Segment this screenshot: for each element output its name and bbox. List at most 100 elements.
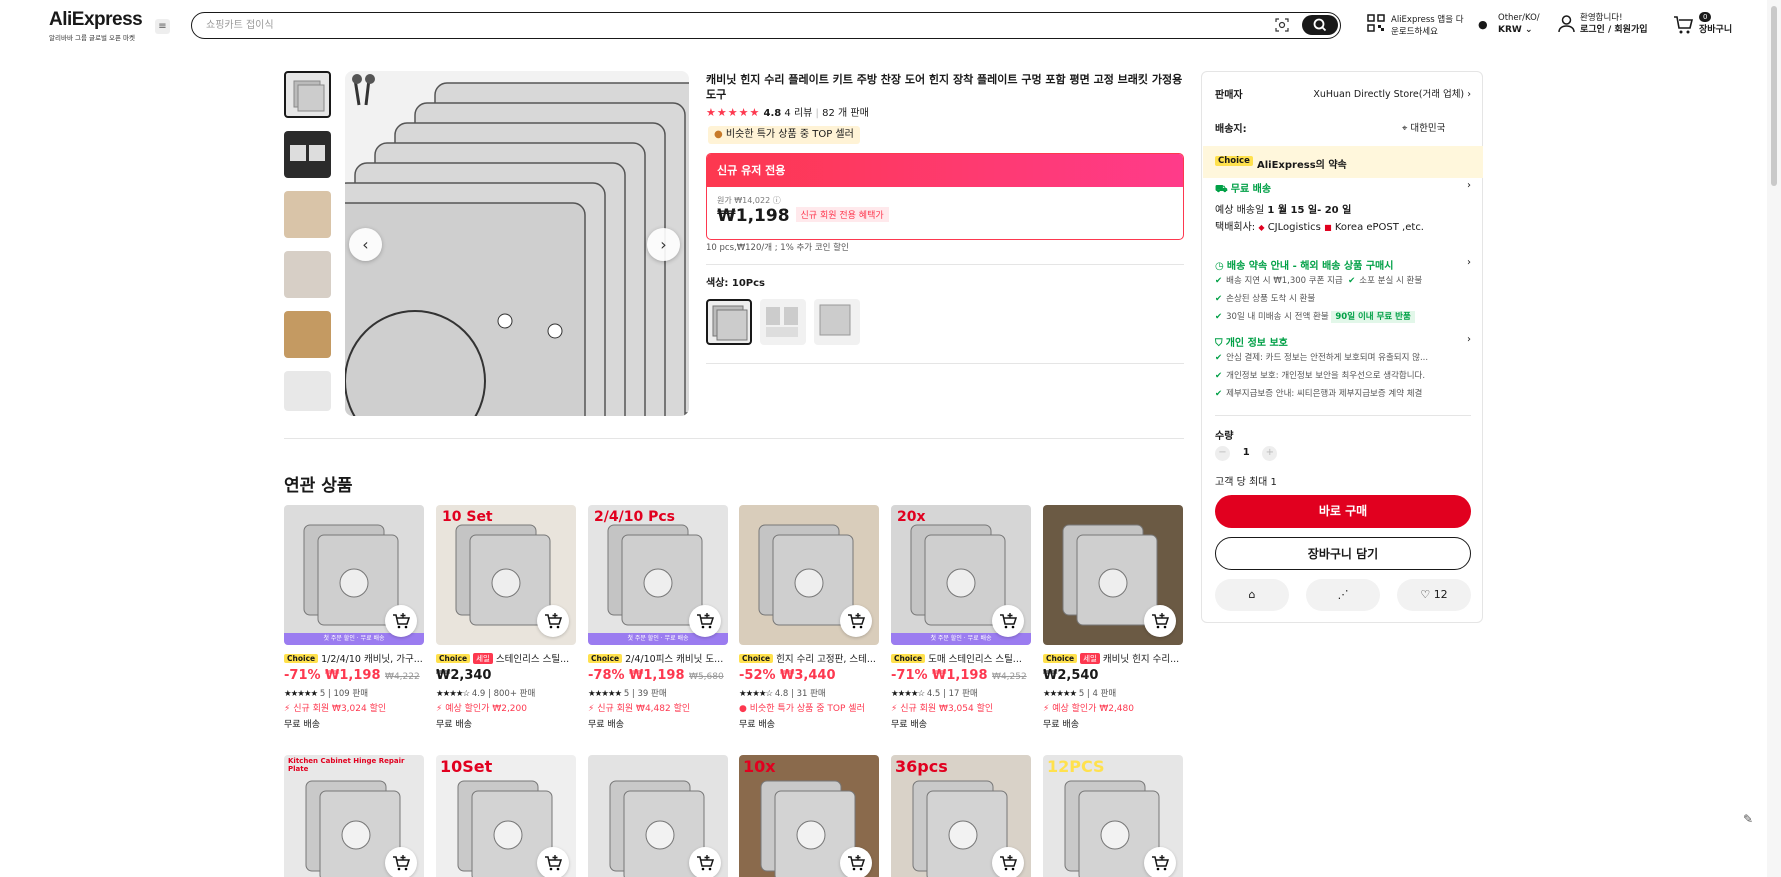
edit-icon[interactable]: ✎ [1743,812,1753,826]
product-card[interactable]: 20x 첫 주문 할인 · 무료 배송 Choice 도매 스테인리스 스틸... -7… [891,505,1031,730]
product-card-image[interactable] [1043,505,1183,645]
add-to-cart-button[interactable]: 장바구니 담기 [1215,537,1471,570]
add-to-cart-icon-button[interactable] [840,847,872,877]
product-card[interactable]: 10Set [436,755,576,877]
add-to-cart-icon-button[interactable] [385,605,417,637]
thumbnail-5[interactable] [284,311,331,358]
cart-plus-icon [393,855,411,871]
product-card-title[interactable]: Choice 세일 캐비닛 힌지 수리... [1043,651,1183,665]
product-card-price: ₩2,340 [436,668,576,683]
logo-text: AliExpress [49,9,143,30]
quantity-value[interactable]: 1 [1233,447,1259,458]
add-to-cart-icon-button[interactable] [689,847,721,877]
add-to-cart-icon-button[interactable] [992,605,1024,637]
image-overlay-text: Kitchen Cabinet Hinge Repair Plate [288,757,405,773]
aliexpress-logo[interactable]: AliExpress 알리바바 그룹 글로벌 오픈 마켓 [49,9,143,42]
decrease-button[interactable]: − [1215,446,1230,461]
qr-code-icon [1367,14,1385,32]
product-card-title[interactable]: Choice 1/2/4/10 캐비닛, 가구... [284,651,424,665]
product-card-title[interactable]: Choice 2/4/10피스 캐비닛 도... [588,651,728,665]
thumbnail-4[interactable] [284,251,331,298]
check-icon: ✔ [1215,276,1223,286]
greeting-text: 환영합니다! [1580,13,1623,23]
product-card-image[interactable]: 10 Set [436,505,576,645]
product-card-price: -71% ₩1,198 ₩4,222 [284,668,424,683]
color-swatch-3[interactable] [814,299,860,345]
product-card-title[interactable]: Choice 세일 스테인리스 스틸... [436,651,576,665]
sale-price: ₩2,340 [436,668,492,683]
page-scrollbar[interactable] [1767,0,1781,877]
product-card[interactable] [588,755,728,877]
product-card[interactable]: 첫 주문 할인 · 무료 배송 Choice 1/2/4/10 캐비닛, 가구...… [284,505,424,730]
promo-text: 신규 회원 ₩4,482 할인 [597,704,691,714]
rating-text: 4.9 | 800+ 판매 [471,689,536,699]
privacy-row[interactable]: ⛉ 개인 정보 보호 › ✔ 안심 결제: 카드 정보는 안전하게 보호되며 유출되… [1215,334,1471,403]
free-shipping-row[interactable]: ⛟ 무료 배송 › 예상 배송일 1 월 15 일- 20 일 택배회사: ◆ C… [1215,180,1471,235]
buy-now-button[interactable]: 바로 구매 [1215,495,1471,528]
add-to-cart-icon-button[interactable] [840,605,872,637]
info-icon[interactable]: ⓘ [773,196,781,205]
search-button[interactable] [1302,15,1338,35]
color-swatch-10pcs[interactable] [706,299,752,345]
product-card-title[interactable]: Choice 힌지 수리 고정판, 스테... [739,651,879,665]
store-button[interactable]: ⌂ [1215,579,1289,611]
ship-to-selector[interactable]: ⌖ 대한민국 [1402,120,1445,134]
product-card-image[interactable]: 첫 주문 할인 · 무료 배송 [284,505,424,645]
product-card[interactable]: 2/4/10 Pcs 첫 주문 할인 · 무료 배송 Choice 2/4/10피스 … [588,505,728,730]
region-currency-selector[interactable]: ● Other/KO/ KRW ⌄ [1478,12,1540,36]
main-product-image[interactable]: ‹ › [345,71,689,416]
next-image-button[interactable]: › [647,228,680,261]
product-card[interactable]: Choice 세일 캐비닛 힌지 수리... ₩2,540 ★★★★★ 5 | 4 판매… [1043,505,1183,730]
user-icon [1558,15,1575,33]
product-card-image[interactable]: 10Set [436,755,576,877]
thumbnail-6[interactable] [284,371,331,411]
search-input[interactable] [206,17,1186,34]
thumbnail-2[interactable] [284,131,331,178]
scrollbar-thumb[interactable] [1771,6,1777,186]
add-to-cart-icon-button[interactable] [537,605,569,637]
product-card-image[interactable]: 10x [739,755,879,877]
product-card[interactable]: 12PCS [1043,755,1183,877]
color-swatch-2[interactable] [760,299,806,345]
product-card[interactable]: 36pcs [891,755,1031,877]
product-card-promo: ⚡ 신규 회원 ₩3,054 할인 [891,701,1031,714]
add-to-cart-icon-button[interactable] [1144,847,1176,877]
cart-button[interactable]: 0 장바구니 [1673,12,1732,36]
thumbnail-1[interactable] [284,71,331,118]
share-button[interactable]: ⋰ [1306,579,1380,611]
delivery-guide-row[interactable]: ◷ 배송 약속 안내 - 해외 배송 상품 구매시 › ✔ 배송 지연 시 ₩1,3… [1215,257,1471,326]
product-card[interactable]: Choice 힌지 수리 고정판, 스테... -52% ₩3,440 ★★★★☆ 4… [739,505,879,730]
seller-link[interactable]: XuHuan Directly Store(거래 업체) › [1307,86,1471,100]
add-to-cart-icon-button[interactable] [537,847,569,877]
product-card[interactable]: 10 Set Choice 세일 스테인리스 스틸... ₩2,340 ★★★★☆ 4.9… [436,505,576,730]
prev-image-button[interactable]: ‹ [349,228,382,261]
price-value: ₩1,198 [717,206,790,226]
product-card-image[interactable] [739,505,879,645]
guarantee-3: 손상된 상품 도착 시 환불 [1226,294,1316,304]
product-card-title[interactable]: Choice 도매 스테인리스 스틸... [891,651,1031,665]
increase-button[interactable]: + [1262,446,1278,461]
product-card[interactable]: 10x [739,755,879,877]
thumbnail-3[interactable] [284,191,331,238]
add-to-cart-icon-button[interactable] [992,847,1024,877]
product-card-image[interactable]: 36pcs [891,755,1031,877]
quantity-stepper: − 1 + [1215,446,1278,461]
image-search-icon[interactable] [1275,18,1289,32]
delivery-guide-title: 배송 약속 안내 - 해외 배송 상품 구매시 [1226,261,1394,272]
app-download[interactable]: AliExpress 앱을 다운로드하세요 [1367,14,1469,38]
product-card-image[interactable]: 2/4/10 Pcs 첫 주문 할인 · 무료 배송 [588,505,728,645]
wishlist-button[interactable]: ♡ 12 [1397,579,1471,611]
add-to-cart-icon-button[interactable] [1144,605,1176,637]
login-link[interactable]: 로그인 / 회원가입 [1580,24,1648,36]
add-to-cart-icon-button[interactable] [689,605,721,637]
add-to-cart-icon-button[interactable] [385,847,417,877]
rating-stars: ★★★★★ [284,689,318,699]
account-menu[interactable]: 환영합니다! 로그인 / 회원가입 [1558,12,1648,36]
review-count[interactable]: 4 리뷰 [784,108,812,119]
menu-icon[interactable]: ≡ [155,19,170,34]
product-card-image[interactable]: 20x 첫 주문 할인 · 무료 배송 [891,505,1031,645]
product-card-image[interactable] [588,755,728,877]
product-card-image[interactable]: Kitchen Cabinet Hinge Repair Plate [284,755,424,877]
product-card-image[interactable]: 12PCS [1043,755,1183,877]
product-card[interactable]: Kitchen Cabinet Hinge Repair Plate [284,755,424,877]
